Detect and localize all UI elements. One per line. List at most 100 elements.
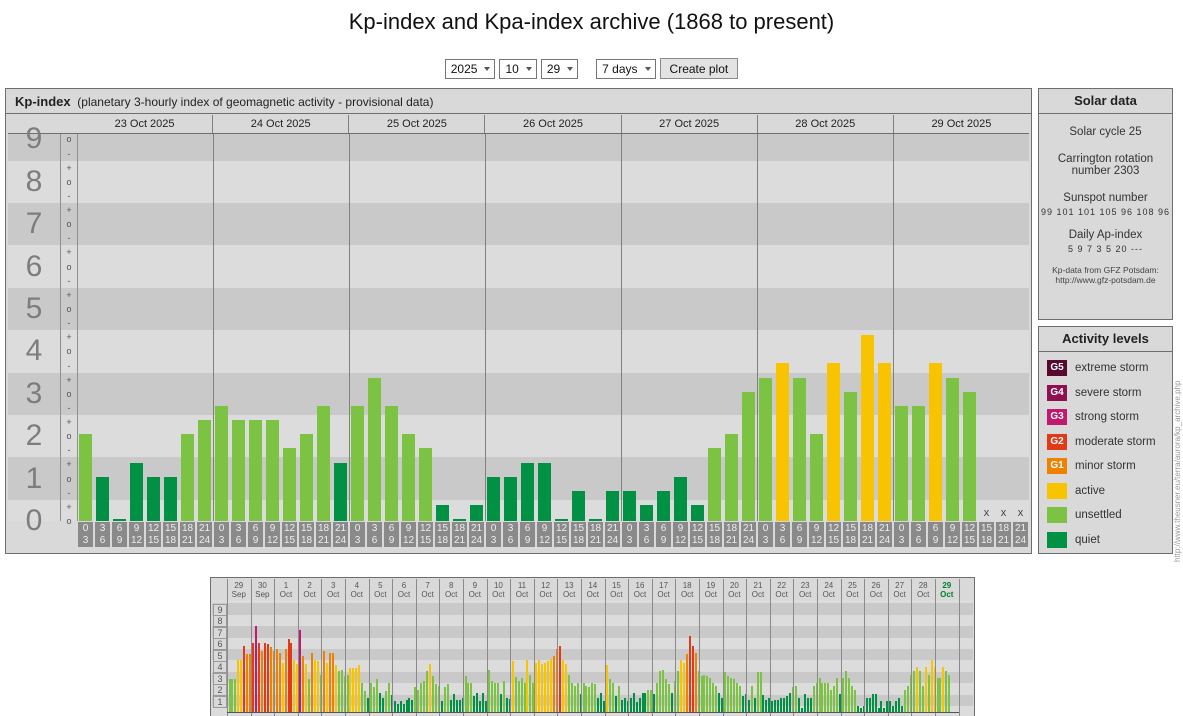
overview-kp-bar xyxy=(738,686,741,712)
kp-axis-number-6: 6 xyxy=(25,249,43,283)
overview-kp-bar xyxy=(786,696,789,712)
date-header-2: 24 Oct 2025 xyxy=(212,115,348,133)
day-select[interactable]: 29 xyxy=(540,58,579,79)
hour-label: 21 24 xyxy=(1013,522,1028,547)
overview-kp-bar xyxy=(523,682,526,712)
overview-kp-bar xyxy=(473,696,476,712)
overview-kp-bar xyxy=(948,674,951,712)
overview-kp-bar xyxy=(384,690,387,712)
kp-bar xyxy=(96,476,109,521)
year-select[interactable]: 2025 xyxy=(444,58,496,79)
overview-date-22-Oct: 22 Oct xyxy=(775,581,788,599)
kp-bar xyxy=(113,519,126,521)
kp-source-line2[interactable]: http://www.gfz-potsdam.de xyxy=(1039,275,1172,285)
kp-bar xyxy=(776,363,789,521)
overview-kp-bar xyxy=(346,674,349,712)
overview-kp-bar xyxy=(275,649,278,712)
kp-subtick: o xyxy=(66,473,72,484)
hour-label: 03 xyxy=(486,522,501,547)
overview-date-19-Oct: 19 Oct xyxy=(704,581,718,599)
overview-kp-bar xyxy=(494,682,496,712)
create-plot-button[interactable]: Create plot xyxy=(659,58,739,79)
overview-kp-bar xyxy=(904,689,907,712)
date-header-4: 26 Oct 2025 xyxy=(484,115,620,133)
hour-label: 69 xyxy=(792,522,807,547)
hour-label: 15 18 xyxy=(707,522,722,547)
overview-kp-bar xyxy=(606,665,609,712)
overview-kp-bar xyxy=(750,686,753,712)
overview-kp-bar xyxy=(907,686,909,712)
overview-kp-bar xyxy=(780,697,783,712)
overview-axis-number-1: 1 xyxy=(213,695,227,708)
overview-kp-bar xyxy=(629,697,632,712)
kp-bar xyxy=(606,490,619,521)
date-header-7: 29 Oct 2025 xyxy=(892,115,1029,133)
activity-level-label: moderate storm xyxy=(1075,435,1156,448)
overview-kp-bar xyxy=(691,645,694,712)
overview-kp-bar xyxy=(449,699,452,712)
kp-bar xyxy=(912,405,925,521)
overview-kp-bar xyxy=(662,670,665,712)
overview-date-29-Oct: 29 Oct xyxy=(940,581,954,599)
overview-kp-bar xyxy=(470,682,473,712)
hour-label: 9 12 xyxy=(537,522,552,547)
kp-y-axis-subticks: o - + o - + o - + o - + o - + o - + o - + o - + o - + o xyxy=(60,134,78,526)
activity-level-label: active xyxy=(1075,484,1106,497)
kp-subtick: - xyxy=(67,360,71,371)
overview-axis-number-7: 7 xyxy=(213,626,227,639)
kp-bar xyxy=(657,490,670,521)
kp-subtick: + xyxy=(66,247,72,258)
overview-kp-bar xyxy=(806,697,809,712)
date-header-6: 28 Oct 2025 xyxy=(756,115,893,133)
day-separator xyxy=(757,134,758,521)
range-select[interactable]: 7 days xyxy=(596,58,656,79)
overview-date-29-Sep: 29 Sep xyxy=(231,581,246,599)
kp-bar xyxy=(691,505,704,521)
overview-kp-bar xyxy=(715,686,718,712)
overview-kp-bar xyxy=(585,686,588,712)
activity-level-row-7: unsettled xyxy=(1039,503,1172,528)
hour-label: 15 18 xyxy=(163,522,178,547)
overview-kp-bar xyxy=(600,692,603,712)
activity-level-row-6: active xyxy=(1039,479,1172,504)
overview-kp-bar xyxy=(302,656,305,712)
kp-hour-labels: 0 3 3 6 6 9 9 12 12 15 15 18 18 21 21 24 0 3 3 6 6 9 9 12 12 15 15… xyxy=(77,522,1029,547)
overview-kp-bar xyxy=(464,675,467,712)
hour-label: 03 xyxy=(758,522,773,547)
hour-label: 15 18 xyxy=(299,522,314,547)
activity-levels-panel: Activity levels G5 extreme storm G4 severe … xyxy=(1038,326,1173,554)
hour-label: 15 18 xyxy=(435,522,450,547)
overview-kp-bar xyxy=(921,686,924,712)
kp-subtick: - xyxy=(67,402,71,413)
kp-bar xyxy=(861,335,874,521)
active-color-chip xyxy=(1047,482,1067,499)
overview-kp-bar xyxy=(328,652,331,712)
overview-kp-bar xyxy=(237,659,240,712)
missing-data-mark: x xyxy=(983,507,990,519)
kp-bar xyxy=(793,377,806,521)
hour-label: 9 12 xyxy=(673,522,688,547)
overview-kp-bar xyxy=(535,663,538,712)
hour-label: 36 xyxy=(231,522,246,547)
page-title: Kp-index and Kpa-index archive (1868 to … xyxy=(348,9,835,34)
overview-kp-bar xyxy=(865,697,868,712)
overview-day-separator xyxy=(864,579,866,716)
overview-kp-bar xyxy=(836,678,839,712)
overview-kp-bar xyxy=(612,682,614,712)
overview-kp-bar xyxy=(558,645,561,712)
overview-kp-bar xyxy=(435,683,437,712)
overview-kp-bar xyxy=(623,697,626,712)
overview-kp-bar xyxy=(918,671,921,712)
overview-kp-bar xyxy=(591,682,594,712)
overview-kp-bar xyxy=(614,696,617,712)
overview-day-separator xyxy=(392,579,394,716)
activity-levels-list: G5 extreme storm G4 severe storm G3 strong st… xyxy=(1039,352,1172,552)
overview-kp-bar xyxy=(337,671,340,712)
overview-kp-bar xyxy=(632,692,635,712)
overview-kp-bar xyxy=(638,697,641,712)
overview-kp-bar xyxy=(735,682,738,712)
overview-kp-bar xyxy=(765,699,768,712)
overview-kp-bar xyxy=(405,699,408,712)
kp-subtick: o xyxy=(66,261,72,272)
month-select[interactable]: 10 xyxy=(499,58,537,79)
